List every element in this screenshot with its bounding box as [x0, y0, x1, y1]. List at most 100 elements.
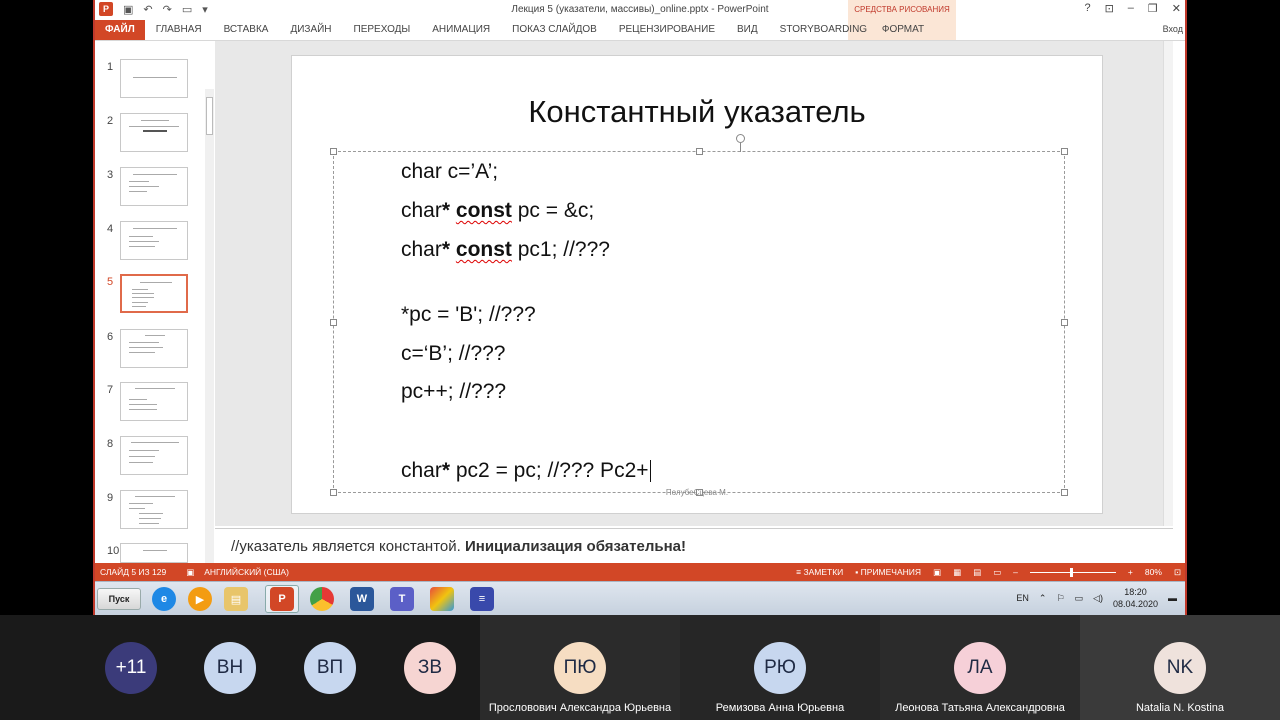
- taskbar-word-icon[interactable]: W: [345, 585, 379, 613]
- zoom-out-button[interactable]: –: [1013, 567, 1018, 577]
- maximize-button[interactable]: ❐: [1148, 2, 1158, 15]
- action-center-icon[interactable]: ⚐: [1056, 593, 1064, 604]
- participant-tile[interactable]: NK Natalia N. Kostina: [1080, 615, 1280, 720]
- participant-tile[interactable]: РЮ Ремизова Анна Юрьевна: [680, 615, 880, 720]
- code-token: pc1; //???: [511, 238, 610, 261]
- sign-in-link[interactable]: Вход: [1163, 24, 1183, 34]
- code-token: pc2 = pc; //??? Pc2+: [450, 459, 649, 482]
- minimize-button[interactable]: –: [1128, 2, 1134, 15]
- resize-handle-tl[interactable]: [330, 148, 337, 155]
- slide-title[interactable]: Константный указатель: [292, 94, 1102, 130]
- thumbnail-image: [120, 382, 188, 421]
- notes-toggle-button[interactable]: ≡ ЗАМЕТКИ: [796, 567, 843, 577]
- tab-design[interactable]: ДИЗАЙН: [279, 20, 342, 40]
- participant-tile[interactable]: ЛА Леонова Татьяна Александровна: [880, 615, 1080, 720]
- thumbnail-slide-9[interactable]: 9: [95, 490, 215, 540]
- code-line-6[interactable]: pc++; //???: [401, 380, 506, 404]
- thumbnail-slide-1[interactable]: 1: [95, 59, 215, 109]
- thumbnail-slide-4[interactable]: 4: [95, 221, 215, 271]
- tab-animations[interactable]: АНИМАЦИЯ: [421, 20, 501, 40]
- volume-icon[interactable]: ◁): [1093, 593, 1103, 604]
- thumbnails-scroll-thumb[interactable]: [206, 97, 213, 135]
- normal-view-icon[interactable]: ▣: [933, 567, 941, 578]
- participant-tile[interactable]: ВП: [280, 615, 380, 720]
- participant-tile[interactable]: ЗВ: [380, 615, 480, 720]
- resize-handle-tr[interactable]: [1061, 148, 1068, 155]
- participant-tile[interactable]: ВН: [180, 615, 280, 720]
- slide-sorter-icon[interactable]: ▦: [953, 567, 961, 578]
- ribbon-display-icon[interactable]: ⊡: [1105, 2, 1114, 15]
- taskbar-explorer-icon[interactable]: ▤: [219, 585, 253, 613]
- taskbar-document-icon[interactable]: ≡: [465, 585, 499, 613]
- thumbnail-slide-6[interactable]: 6: [95, 329, 215, 379]
- code-token-bold: *: [441, 199, 451, 222]
- slide-scrollbar[interactable]: [1163, 41, 1173, 526]
- code-line-4[interactable]: *pc = 'B'; //???: [401, 303, 536, 327]
- meeting-stage: P ▣ ↶ ↷ ▭ ▾ Лекция 5 (указатели, массивы…: [0, 0, 1280, 720]
- thumbnail-slide-3[interactable]: 3: [95, 167, 215, 217]
- tab-slideshow[interactable]: ПОКАЗ СЛАЙДОВ: [501, 20, 608, 40]
- content-placeholder[interactable]: char c=’A’; char* const pc = &c; char* c…: [330, 134, 1068, 496]
- participant-name: Natalia N. Kostina: [1135, 702, 1225, 714]
- window-controls: ? ⊡ – ❐ ✕: [1084, 2, 1181, 15]
- resize-handle-t[interactable]: [696, 148, 703, 155]
- zoom-slider-thumb[interactable]: [1069, 567, 1073, 577]
- system-clock[interactable]: 18:20 08.04.2020: [1113, 586, 1158, 610]
- close-button[interactable]: ✕: [1172, 2, 1181, 15]
- tab-review[interactable]: РЕЦЕНЗИРОВАНИЕ: [608, 20, 726, 40]
- tab-home[interactable]: ГЛАВНАЯ: [145, 20, 213, 40]
- zoom-level[interactable]: 80%: [1145, 567, 1162, 577]
- rotate-handle[interactable]: [736, 134, 745, 143]
- code-token-bold: *: [441, 238, 451, 261]
- input-language[interactable]: EN: [1016, 593, 1029, 603]
- thumbnail-slide-7[interactable]: 7: [95, 382, 215, 432]
- taskbar-ie-icon[interactable]: e: [147, 585, 181, 613]
- help-button[interactable]: ?: [1084, 2, 1090, 15]
- code-line-3[interactable]: char* const pc1; //???: [401, 238, 610, 262]
- tab-view[interactable]: ВИД: [726, 20, 769, 40]
- participant-tile[interactable]: ПЮ Прословович Александра Юрьевна: [480, 615, 680, 720]
- notes-text: //указатель является константой.: [231, 538, 465, 555]
- resize-handle-r[interactable]: [1061, 319, 1068, 326]
- thumbnail-slide-5[interactable]: 5: [95, 274, 215, 324]
- code-line-2[interactable]: char* const pc = &c;: [401, 199, 594, 223]
- thumbnail-slide-8[interactable]: 8: [95, 436, 215, 486]
- spellcheck-icon[interactable]: ▣: [186, 567, 194, 578]
- avatar: +11: [105, 642, 157, 694]
- thumbnail-slide-2[interactable]: 2: [95, 113, 215, 163]
- tab-format[interactable]: ФОРМАТ: [855, 20, 951, 40]
- tab-insert[interactable]: ВСТАВКА: [213, 20, 280, 40]
- slide-counter: СЛАЙД 5 ИЗ 129: [100, 567, 167, 577]
- fit-slide-icon[interactable]: ⊡: [1174, 567, 1181, 578]
- code-line-1[interactable]: char c=’A’;: [401, 160, 498, 184]
- avatar: ЗВ: [404, 642, 456, 694]
- participant-tile-more[interactable]: +11: [80, 615, 180, 720]
- slideshow-view-icon[interactable]: ▭: [993, 567, 1001, 578]
- notes-pane[interactable]: //указатель является константой. Инициал…: [215, 528, 1173, 562]
- network-icon[interactable]: ▭: [1075, 593, 1084, 604]
- taskbar-teams-icon[interactable]: T: [385, 585, 419, 613]
- thumbnails-scrollbar[interactable]: [205, 89, 214, 601]
- language-indicator[interactable]: АНГЛИЙСКИЙ (США): [204, 567, 289, 577]
- ribbon-tabs: ФАЙЛ ГЛАВНАЯ ВСТАВКА ДИЗАЙН ПЕРЕХОДЫ АНИ…: [95, 20, 1185, 40]
- taskbar-media-icon[interactable]: ▶: [183, 585, 217, 613]
- tray-expand-icon[interactable]: ⌃: [1039, 593, 1047, 604]
- reading-view-icon[interactable]: ▤: [973, 567, 981, 578]
- code-line-5[interactable]: c=‘B’; //???: [401, 342, 505, 366]
- zoom-slider[interactable]: [1029, 567, 1116, 577]
- tab-file[interactable]: ФАЙЛ: [95, 20, 145, 40]
- taskbar-powerpoint-icon[interactable]: P: [265, 585, 299, 613]
- code-line-7[interactable]: char* pc2 = pc; //??? Pc2+: [401, 459, 651, 483]
- slide-canvas[interactable]: Константный указатель char c=’A’; char* …: [291, 55, 1103, 514]
- show-desktop-icon[interactable]: ▬: [1168, 593, 1177, 603]
- taskbar-chrome-icon[interactable]: [305, 585, 339, 613]
- resize-handle-l[interactable]: [330, 319, 337, 326]
- text-cursor: [649, 460, 651, 483]
- zoom-in-button[interactable]: +: [1128, 567, 1133, 577]
- tab-transitions[interactable]: ПЕРЕХОДЫ: [343, 20, 422, 40]
- taskbar-app-icon[interactable]: [425, 585, 459, 613]
- comments-toggle-button[interactable]: ▪ ПРИМЕЧАНИЯ: [855, 567, 921, 577]
- start-button[interactable]: Пуск: [97, 588, 141, 610]
- thumbnail-image: [120, 490, 188, 529]
- thumbnail-image: [120, 436, 188, 475]
